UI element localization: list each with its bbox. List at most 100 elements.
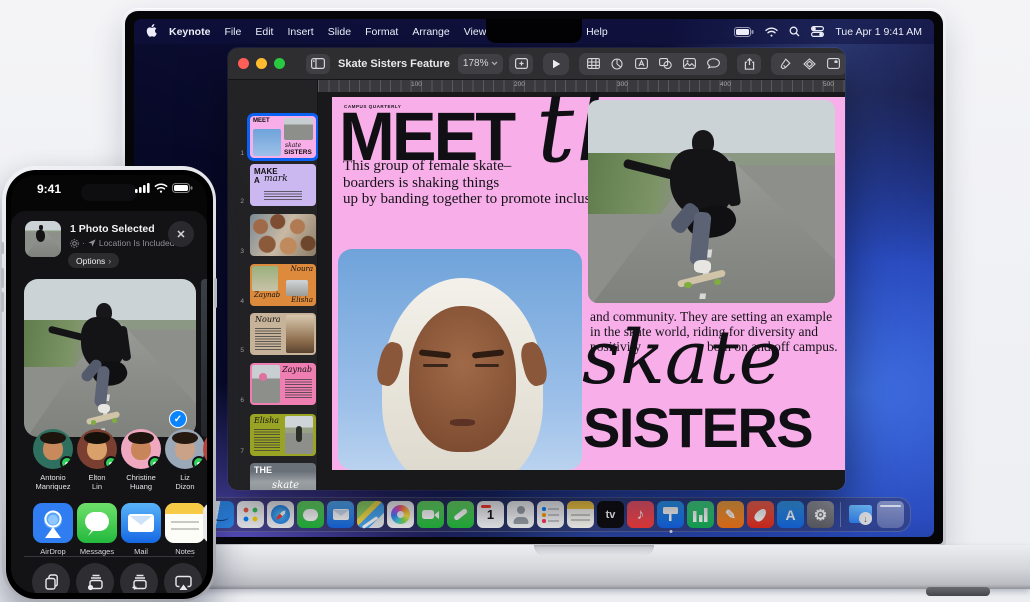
dock-icon-keynote[interactable] (657, 501, 684, 528)
menu-item-help[interactable]: Help (586, 26, 608, 38)
slide-footer-sisters[interactable]: SISTERS (583, 400, 812, 456)
airdrop-contact-elton[interactable]: Elton Lin (75, 429, 119, 492)
apple-menu-icon[interactable] (146, 24, 157, 40)
dock-icon-mail[interactable] (327, 501, 354, 528)
dock-icon-messages[interactable] (297, 501, 324, 528)
dock-icon-rocket[interactable] (747, 501, 774, 528)
dock-icon-calendar[interactable]: 1 (477, 501, 504, 528)
slide-thumbnail-5[interactable]: 5 Noura (228, 313, 317, 355)
dock-icon-reminders[interactable] (537, 501, 564, 528)
close-window-button[interactable] (238, 58, 249, 69)
share-app-messages[interactable]: Messages (75, 503, 119, 556)
slide-thumbnail-8[interactable]: 8 THE skate (228, 463, 317, 490)
share-app-airdrop[interactable]: AirDrop (31, 503, 75, 556)
skater-shoe (98, 404, 110, 413)
menu-item-view[interactable]: View (464, 26, 487, 38)
wifi-icon[interactable] (765, 27, 778, 37)
menu-item-keynote[interactable]: Keynote (169, 26, 210, 38)
thumb-text-lines (254, 429, 280, 451)
menu-item-file[interactable]: File (224, 26, 241, 38)
dock-icon-phone[interactable] (447, 501, 474, 528)
thumb-name: Elisha (291, 297, 313, 304)
action-button[interactable] (1, 242, 4, 254)
dock-icon-facetime[interactable] (417, 501, 444, 528)
download-arrow-glyph: ↓ (859, 512, 872, 525)
options-button[interactable]: Options › (68, 253, 119, 268)
dock-icon-launchpad[interactable] (237, 501, 264, 528)
slide-thumbnail-3[interactable]: 3 (228, 214, 317, 256)
airdrop-contact-antonio[interactable]: Antonio Manriquez (31, 429, 75, 492)
shape-icon[interactable] (654, 54, 676, 74)
messages-badge-icon (60, 456, 73, 469)
dock-icon-photos[interactable] (387, 501, 414, 528)
battery-icon[interactable] (734, 27, 754, 37)
close-button[interactable]: ✕ (168, 221, 194, 247)
format-brush-icon[interactable] (774, 54, 796, 74)
dock-icon-contacts[interactable] (507, 501, 534, 528)
dock-icon-app-store[interactable]: A (777, 501, 804, 528)
document-icon[interactable] (822, 54, 844, 74)
slide-footer-skate[interactable]: skate (582, 321, 782, 395)
menu-item-format[interactable]: Format (365, 26, 398, 38)
control-center-icon[interactable] (811, 26, 824, 37)
dock-icon-pages[interactable]: ✎ (717, 501, 744, 528)
slide-canvas[interactable]: CAMPUS QUARTERLY MEET the This group of … (318, 92, 845, 490)
chart-icon[interactable] (606, 54, 628, 74)
dock-icon-tv[interactable]: tv (597, 501, 624, 528)
portrait-photo[interactable] (338, 249, 582, 470)
airdrop-contact-christine[interactable]: Christine Huang (119, 429, 163, 492)
album-badge-action-button[interactable] (76, 563, 114, 593)
contact-name: Dizon (163, 482, 207, 491)
volume-up-button[interactable] (1, 268, 4, 288)
share-app-notes[interactable]: Notes (163, 503, 207, 556)
keynote-window: Skate Sisters Feature 178% (228, 48, 845, 490)
view-sidebar-button[interactable] (306, 54, 330, 74)
menu-item-edit[interactable]: Edit (255, 26, 273, 38)
comment-icon[interactable] (702, 54, 724, 74)
menu-bar-clock[interactable]: Tue Apr 1 9:41 AM (835, 26, 922, 38)
slide-headline-meet[interactable]: MEET (339, 108, 513, 165)
next-app-edge[interactable] (203, 503, 207, 543)
dock-icon-numbers[interactable] (687, 501, 714, 528)
fullscreen-window-button[interactable] (274, 58, 285, 69)
next-photo-edge[interactable] (201, 279, 207, 437)
volume-down-button[interactable] (1, 292, 4, 312)
menu-item-arrange[interactable]: Arrange (412, 26, 449, 38)
zoom-level-control[interactable]: 178% (458, 54, 504, 74)
airplay-action-button[interactable] (164, 563, 202, 593)
search-icon[interactable] (789, 26, 800, 37)
animate-icon[interactable] (798, 54, 820, 74)
slide-intro-text[interactable]: This group of female skate– boarders is … (343, 158, 618, 208)
share-icon[interactable] (737, 54, 761, 74)
slide-editor[interactable]: CAMPUS QUARTERLY MEET the This group of … (332, 97, 845, 470)
ruler-tick: 400 (720, 81, 731, 88)
slide-thumbnail-2[interactable]: 2 MAKE A mark (228, 164, 317, 206)
menu-item-insert[interactable]: Insert (287, 26, 313, 38)
minimize-window-button[interactable] (256, 58, 267, 69)
copy-action-button[interactable] (32, 563, 70, 593)
dock-icon-music[interactable]: ♪ (627, 501, 654, 528)
media-icon[interactable] (678, 54, 700, 74)
slide-thumbnail-7[interactable]: 7 Elisha (228, 414, 317, 456)
share-app-label: Mail (119, 547, 163, 556)
dock-icon-system-settings[interactable]: ⚙ (807, 501, 834, 528)
share-app-mail[interactable]: Mail (119, 503, 163, 556)
selected-photo-card[interactable]: ✓ (24, 279, 196, 437)
menu-item-slide[interactable]: Slide (328, 26, 351, 38)
dock-icon-trash[interactable] (877, 501, 904, 528)
table-icon[interactable] (582, 54, 604, 74)
power-button[interactable] (214, 278, 217, 308)
play-button[interactable] (543, 53, 569, 75)
slide-thumbnail-6[interactable]: 6 Zaynab (228, 363, 317, 405)
dock-icon-downloads[interactable]: ↓ (847, 501, 874, 528)
dock-icon-safari[interactable] (267, 501, 294, 528)
text-icon[interactable] (630, 54, 652, 74)
add-slide-button[interactable] (509, 54, 533, 74)
slide-thumbnail-4[interactable]: 4 Noura Zaynab Elisha (228, 264, 317, 306)
album-plus-action-button[interactable] (120, 563, 158, 593)
dock-icon-notes[interactable] (567, 501, 594, 528)
skateboarder-photo[interactable] (588, 100, 835, 303)
airdrop-contact-liz[interactable]: Liz Dizon (163, 429, 207, 492)
slide-thumbnail-1[interactable]: 1 MEET skate SISTERS (228, 116, 317, 158)
dock-icon-maps[interactable] (357, 501, 384, 528)
